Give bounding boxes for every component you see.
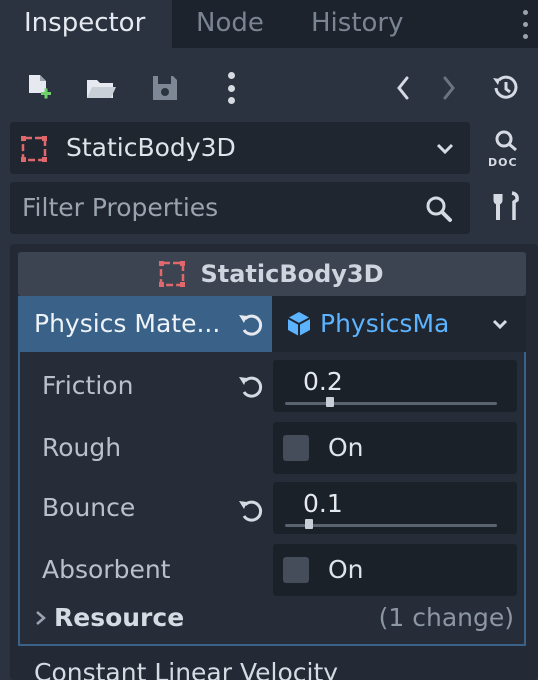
- forward-icon[interactable]: [432, 70, 466, 106]
- revert-icon[interactable]: [236, 311, 264, 341]
- open-documentation-button[interactable]: DOC: [484, 126, 530, 172]
- absorbent-checkbox[interactable]: On: [273, 544, 517, 596]
- back-icon[interactable]: [386, 70, 420, 106]
- physics-material-label: Physics Mate...: [34, 309, 221, 338]
- resource-change-count: (1 change): [378, 603, 514, 632]
- checkbox-icon: [283, 557, 309, 583]
- resource-section-label: Resource: [54, 603, 185, 632]
- resource-cube-icon: [286, 310, 312, 342]
- class-section-title: StaticBody3D: [200, 260, 384, 288]
- bounce-slider-track: [285, 524, 497, 527]
- constant-linear-velocity-label: Constant Linear Velocity: [34, 658, 339, 680]
- rough-checkbox-label: On: [328, 433, 364, 462]
- bounce-spin-slider[interactable]: 0.1: [273, 482, 517, 534]
- node-selector-label: StaticBody3D: [66, 133, 236, 162]
- physics-material-property: Physics Mate... PhysicsMa: [18, 296, 526, 352]
- friction-value: 0.2: [303, 367, 343, 396]
- dock-menu-icon[interactable]: [514, 6, 536, 42]
- friction-slider-track: [285, 402, 497, 405]
- open-folder-icon[interactable]: [84, 70, 118, 106]
- chevron-down-icon: [434, 138, 456, 164]
- node-selector[interactable]: StaticBody3D: [10, 122, 470, 174]
- absorbent-label: Absorbent: [42, 555, 171, 584]
- new-resource-icon[interactable]: [22, 70, 56, 106]
- revert-icon[interactable]: [236, 497, 264, 527]
- physics-material-resource-name: PhysicsMa: [320, 309, 450, 338]
- checkbox-icon: [283, 435, 309, 461]
- chevron-right-icon: [34, 608, 48, 632]
- class-section-header[interactable]: StaticBody3D: [18, 252, 526, 296]
- physics-material-resource-picker[interactable]: PhysicsMa: [272, 296, 526, 352]
- save-icon[interactable]: [148, 70, 182, 106]
- bounce-label: Bounce: [42, 493, 136, 522]
- revert-icon[interactable]: [236, 373, 264, 403]
- tools-icon[interactable]: [490, 190, 524, 228]
- bounce-slider-grabber[interactable]: [305, 519, 313, 529]
- friction-spin-slider[interactable]: 0.2: [273, 360, 517, 412]
- more-options-icon[interactable]: [214, 70, 248, 106]
- resource-section-header[interactable]: Resource (1 change): [20, 598, 524, 642]
- friction-slider-grabber[interactable]: [326, 397, 334, 407]
- friction-label: Friction: [42, 371, 134, 400]
- bounce-value: 0.1: [303, 489, 343, 518]
- tab-inspector[interactable]: Inspector: [0, 0, 172, 48]
- absorbent-checkbox-label: On: [328, 555, 364, 584]
- rough-label: Rough: [42, 433, 122, 462]
- chevron-down-icon[interactable]: [490, 314, 510, 338]
- tab-node[interactable]: Node: [172, 0, 288, 48]
- history-icon[interactable]: [488, 70, 522, 106]
- node-icon: [20, 135, 48, 167]
- doc-label: DOC: [488, 156, 518, 169]
- filter-placeholder: Filter Properties: [22, 193, 219, 222]
- physics-material-label-cell[interactable]: Physics Mate...: [18, 296, 272, 352]
- rough-checkbox[interactable]: On: [273, 422, 517, 474]
- filter-properties-input[interactable]: Filter Properties: [10, 182, 470, 234]
- search-icon: [424, 194, 454, 228]
- tab-history[interactable]: History: [287, 0, 428, 48]
